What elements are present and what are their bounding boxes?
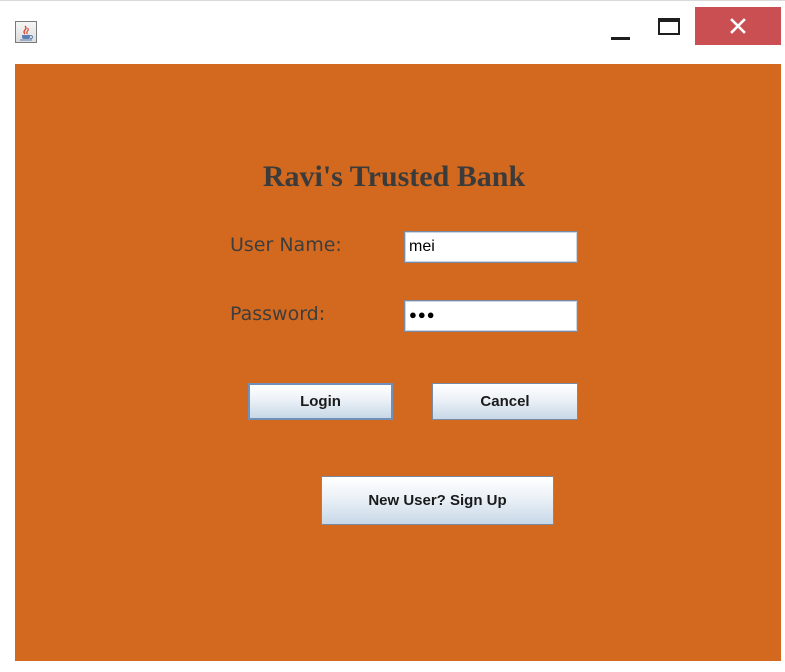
password-label: Password: [230, 303, 326, 325]
app-window: Ravi's Trusted Bank User Name: Password:… [0, 0, 785, 672]
password-mask: ●●● [409, 307, 436, 322]
password-input[interactable]: ●●● [404, 300, 578, 332]
cancel-button[interactable]: Cancel [432, 383, 578, 420]
login-button[interactable]: Login [248, 383, 393, 420]
bank-title: Ravi's Trusted Bank [262, 160, 526, 193]
close-button[interactable] [695, 7, 781, 45]
username-label: User Name: [230, 234, 342, 256]
signup-button[interactable]: New User? Sign Up [321, 476, 554, 525]
minimize-icon[interactable] [600, 7, 644, 45]
username-input[interactable] [404, 231, 578, 263]
login-panel: Ravi's Trusted Bank User Name: Password:… [15, 64, 781, 661]
maximize-icon[interactable] [648, 7, 692, 45]
java-cup-icon[interactable] [15, 21, 37, 43]
title-bar[interactable] [0, 0, 785, 58]
close-icon [730, 18, 746, 34]
